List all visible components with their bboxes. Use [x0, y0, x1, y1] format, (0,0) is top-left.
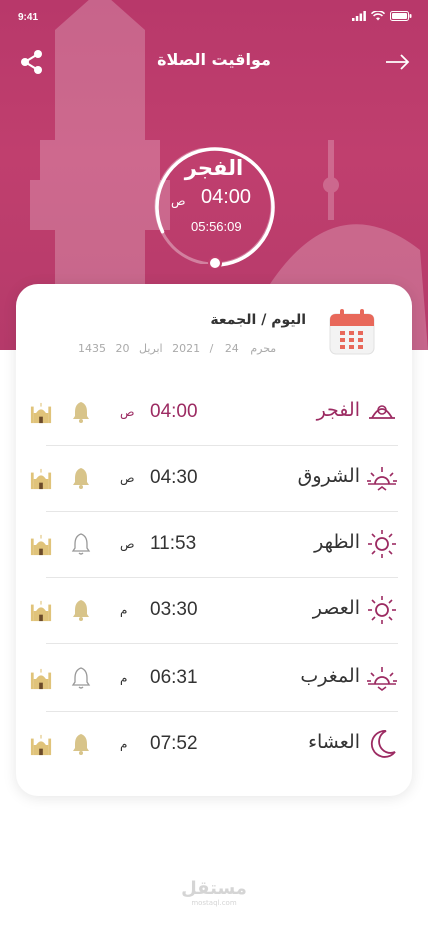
current-prayer-time: 04:00 — [201, 186, 252, 208]
prayer-time: 06:31 — [150, 667, 198, 688]
prayer-name: المغرب — [300, 665, 360, 687]
sunset-icon — [367, 667, 397, 691]
gregorian-day: 20 — [115, 342, 130, 355]
prayer-row[interactable]: ص 04:00 الفجر — [28, 380, 398, 446]
bell-icon[interactable] — [70, 666, 92, 690]
watermark-logo: مستقل — [0, 878, 428, 899]
prayer-time: 03:30 — [150, 599, 198, 620]
date-line: 1435 محرم 24 / 2021 ابريل 20 — [78, 342, 282, 355]
prayer-ampm: ص — [120, 537, 135, 551]
mosque-icon[interactable] — [30, 667, 52, 691]
mosque-icon[interactable] — [30, 533, 52, 557]
prayer-name: الفجر — [316, 399, 360, 421]
gregorian-year: 2021 — [172, 342, 201, 355]
hijri-year: 1435 — [78, 342, 106, 355]
prayer-row[interactable]: م 03:30 العصر — [28, 578, 398, 644]
calendar-icon[interactable] — [328, 308, 376, 356]
prayer-time: 07:52 — [150, 733, 198, 754]
arrow-right-icon — [386, 54, 410, 70]
sun-icon — [368, 596, 396, 624]
prayer-time: 04:30 — [150, 467, 198, 488]
bell-icon[interactable] — [70, 732, 92, 756]
prayer-row[interactable]: ص 04:30 الشروق — [28, 446, 398, 512]
page-title: مواقيت الصلاة — [157, 50, 271, 69]
bell-icon[interactable] — [70, 598, 92, 622]
prayer-ampm: ص — [120, 471, 135, 485]
prayer-time: 11:53 — [150, 533, 197, 554]
status-time: 9:41 — [18, 12, 39, 23]
current-prayer-name: الفجر — [184, 156, 244, 180]
hijri-month: محرم — [250, 342, 277, 355]
date-separator: / — [209, 342, 214, 355]
prayer-name: العصر — [312, 597, 360, 619]
status-bar: 9:41 — [0, 0, 428, 36]
battery-icon — [390, 11, 412, 21]
prayer-name: العشاء — [308, 731, 360, 753]
wifi-icon — [371, 11, 385, 21]
watermark-url: mostaql.com — [191, 899, 237, 907]
bell-icon[interactable] — [70, 466, 92, 490]
day-label: اليوم / الجمعة — [210, 312, 306, 328]
prayer-ampm: ص — [120, 405, 135, 419]
moon-icon — [370, 730, 396, 758]
mosque-icon[interactable] — [30, 733, 52, 757]
fajr-icon — [369, 405, 395, 419]
row-divider — [46, 643, 398, 644]
prayer-ampm: م — [120, 671, 128, 685]
prayer-ampm: م — [120, 737, 128, 751]
prayer-ampm: م — [120, 603, 128, 617]
bell-icon[interactable] — [70, 400, 92, 424]
current-prayer-ampm: ص — [171, 194, 186, 208]
prayer-row[interactable]: م 07:52 العشاء — [28, 712, 398, 778]
watermark-text: مستقل — [181, 878, 247, 899]
hijri-day: 24 — [224, 342, 239, 355]
status-icons — [352, 11, 412, 21]
prayer-times-card: اليوم / الجمعة 1435 محرم 24 / 2021 ابريل… — [16, 284, 412, 796]
prayer-name: الظهر — [314, 531, 360, 553]
countdown-timer: 05:56:09 — [191, 219, 242, 234]
mosque-icon[interactable] — [30, 467, 52, 491]
progress-handle — [208, 256, 222, 268]
prayer-row[interactable]: م 06:31 المغرب — [28, 646, 398, 712]
prayer-row[interactable]: ص 11:53 الظهر — [28, 512, 398, 578]
sun-icon — [368, 530, 396, 558]
prayer-time: 04:00 — [150, 401, 198, 422]
prayer-name: الشروق — [297, 465, 360, 487]
mosque-icon[interactable] — [30, 599, 52, 623]
mosque-icon[interactable] — [30, 401, 52, 425]
sunrise-icon — [367, 467, 397, 491]
back-button[interactable] — [384, 50, 412, 74]
bell-icon[interactable] — [70, 532, 92, 556]
gregorian-month: ابريل — [139, 342, 163, 355]
signal-icon — [352, 11, 366, 21]
